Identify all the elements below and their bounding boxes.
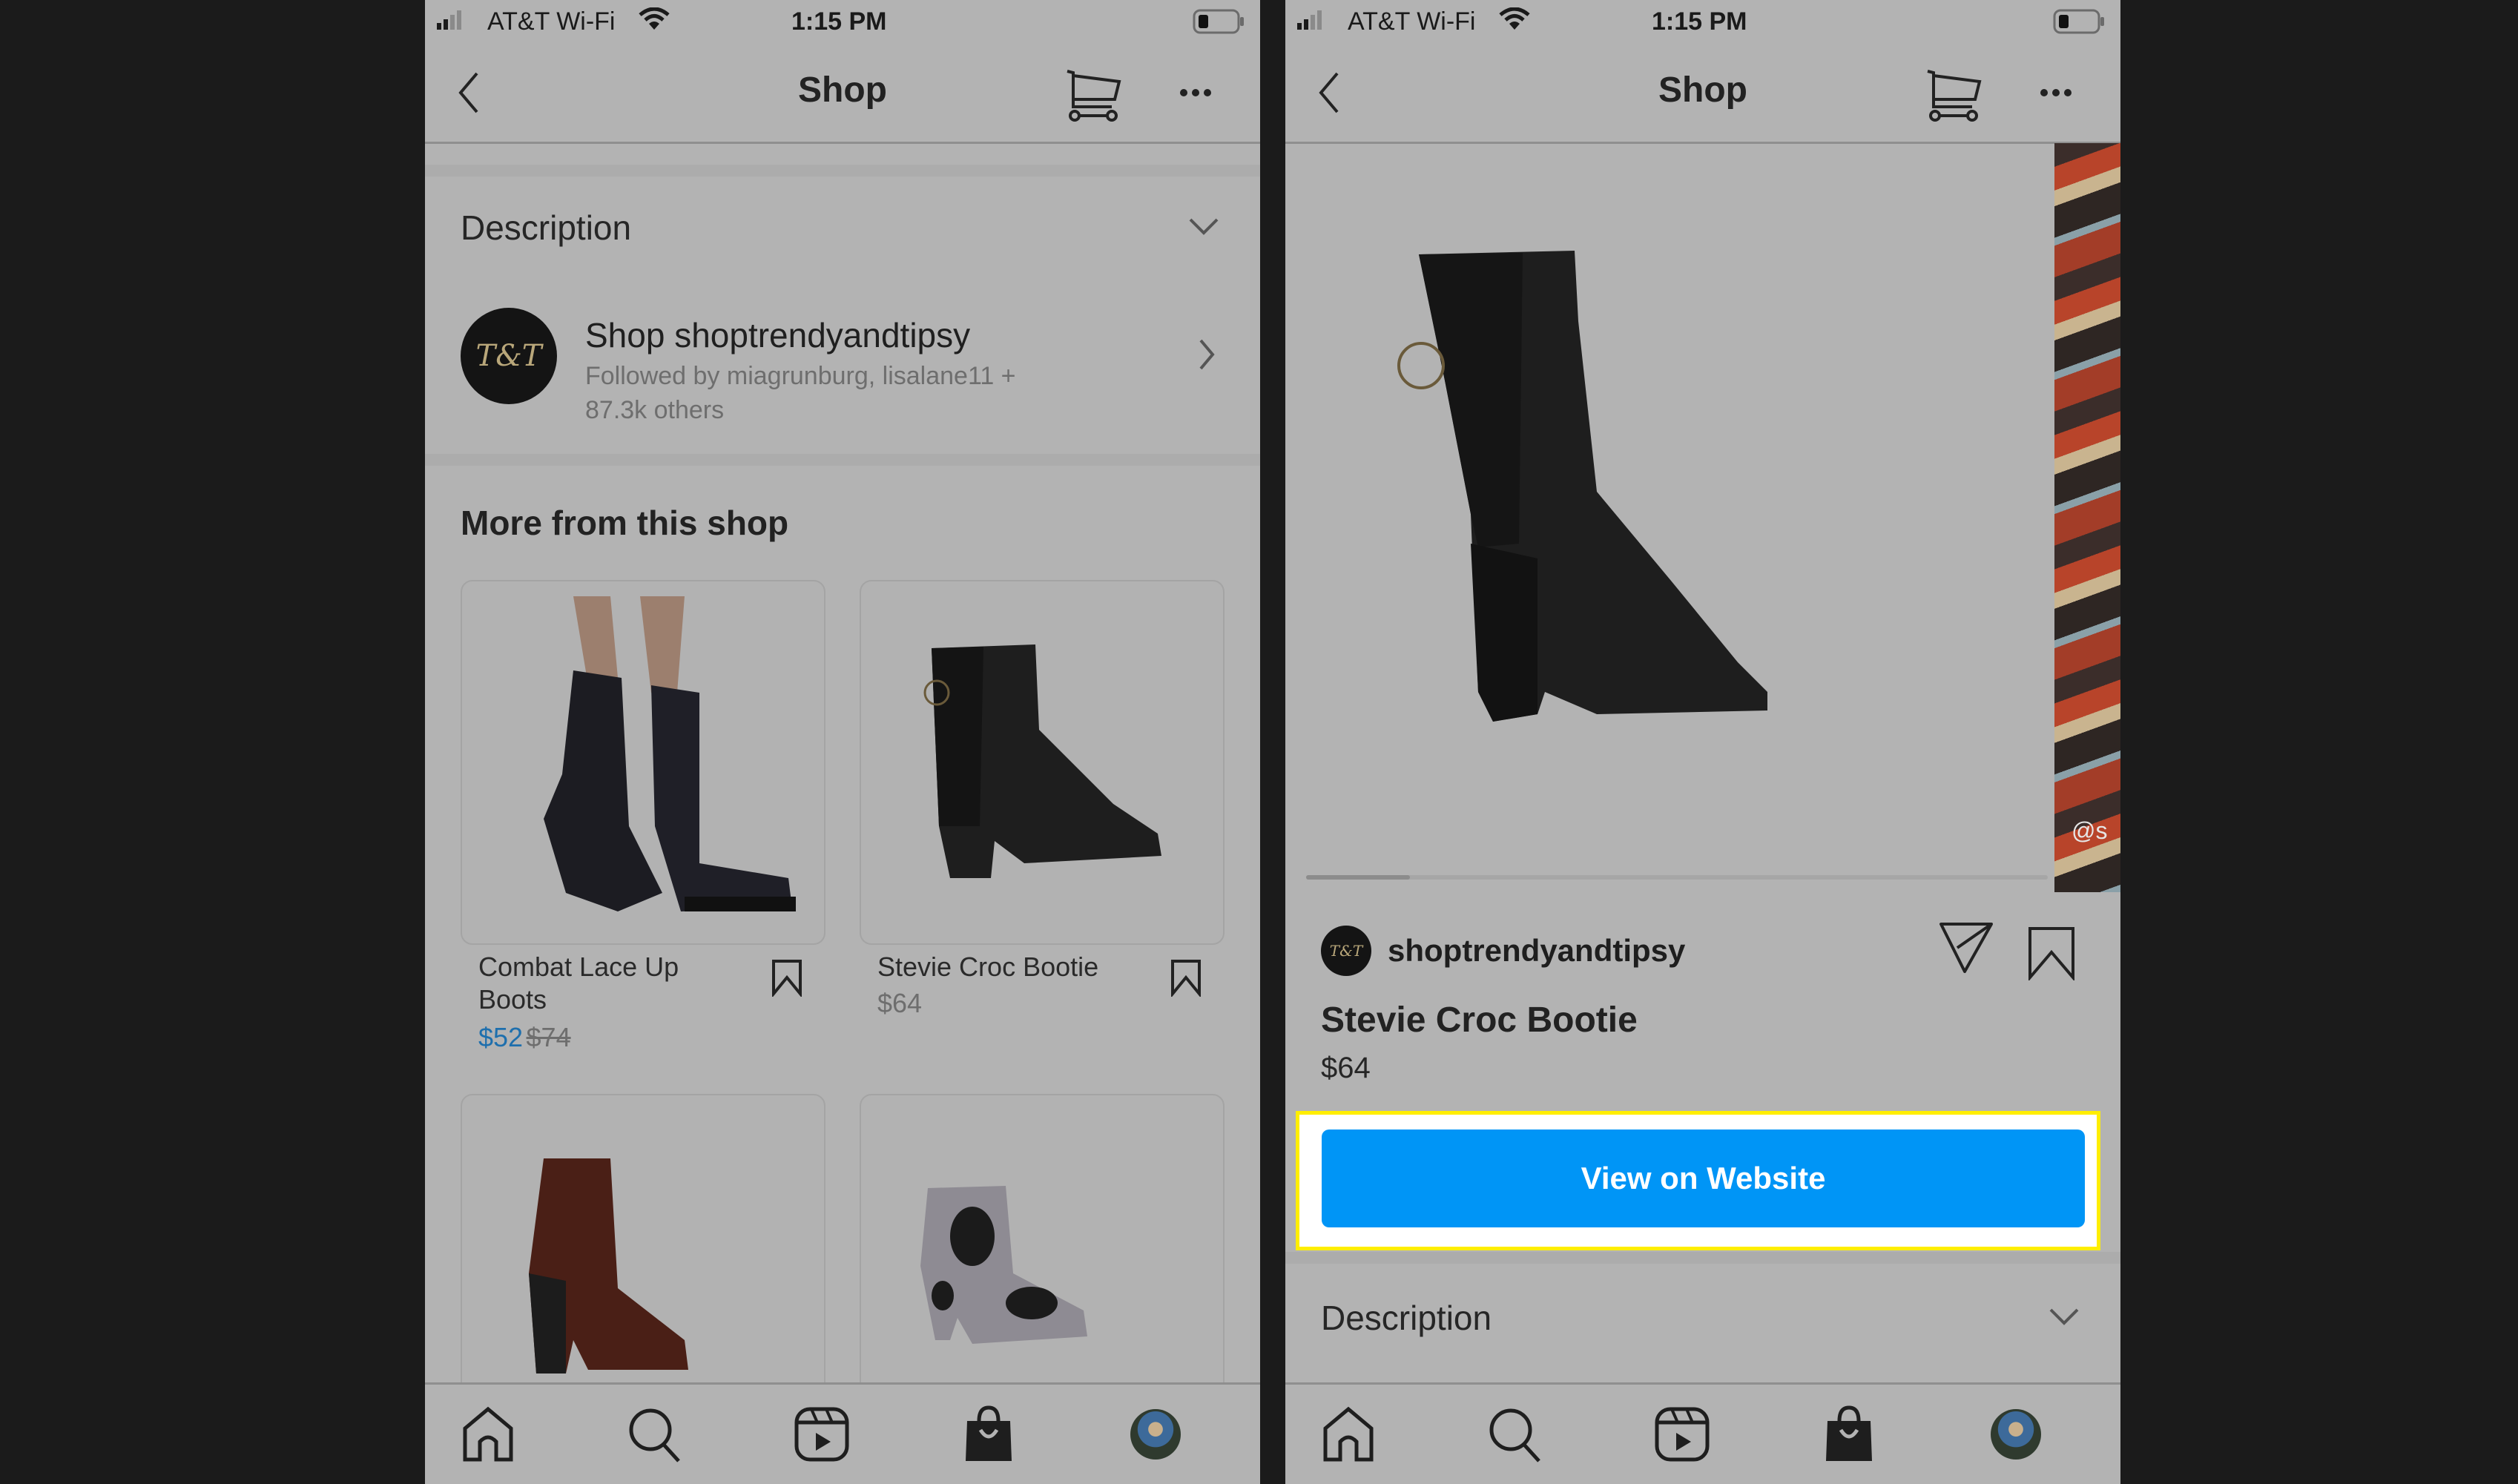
carrier-label: AT&T Wi-Fi — [487, 7, 616, 36]
left-phone-screen: AT&T Wi-Fi 1:15 PM Shop Description T&T … — [425, 0, 1260, 1484]
reels-icon — [794, 1407, 849, 1462]
main-product-image-croc-bootie — [1397, 251, 1767, 722]
sale-price: $52 — [478, 1022, 524, 1052]
more-options-button[interactable] — [1178, 82, 1213, 108]
battery-icon — [2053, 9, 2106, 39]
bookmark-icon — [2028, 927, 2074, 982]
followed-by-text: Followed by miagrunburg, lisalane11 + — [585, 362, 1016, 390]
description-row[interactable]: Description — [425, 185, 1260, 274]
shop-row[interactable]: T&T Shop shoptrendyandtipsy Followed by … — [425, 293, 1260, 441]
tab-reels[interactable] — [1649, 1401, 1716, 1468]
description-row[interactable]: Description — [1285, 1276, 2120, 1365]
seller-avatar[interactable]: T&T — [1321, 926, 1371, 976]
tab-reels[interactable] — [788, 1401, 855, 1468]
ellipsis-icon — [1180, 89, 1211, 96]
carousel-progress-fill — [1306, 875, 1410, 880]
more-options-button[interactable] — [2038, 82, 2074, 108]
shop-bag-icon — [966, 1405, 1012, 1461]
bottom-tab-bar — [1285, 1382, 2120, 1484]
cart-button[interactable] — [1063, 65, 1122, 128]
tab-shop[interactable] — [1816, 1401, 1882, 1468]
cart-icon — [1067, 70, 1121, 122]
product-price: $64 — [877, 988, 923, 1018]
product-name: Combat Lace Up — [478, 952, 679, 982]
battery-icon — [1193, 9, 1246, 39]
highlight-box: View on Website — [1296, 1111, 2100, 1250]
description-label: Description — [1321, 1299, 1492, 1337]
product-card-stevie-bootie[interactable] — [860, 580, 1225, 945]
chevron-down-icon — [2049, 1308, 2079, 1325]
save-button[interactable] — [1170, 958, 1202, 1000]
description-label: Description — [461, 208, 632, 247]
share-button[interactable] — [1938, 921, 1994, 978]
cart-icon — [1927, 70, 1982, 122]
tab-home[interactable] — [1315, 1401, 1382, 1468]
tab-shop[interactable] — [955, 1401, 1022, 1468]
ellipsis-icon — [2040, 89, 2072, 96]
image-watermark: @s — [2072, 817, 2108, 844]
home-icon — [463, 1406, 513, 1462]
profile-avatar — [1130, 1409, 1181, 1460]
product-card-combat-boots[interactable] — [461, 580, 825, 945]
seller-username[interactable]: shoptrendyandtipsy — [1388, 933, 1685, 969]
tab-profile[interactable] — [1983, 1401, 2049, 1468]
save-button[interactable] — [771, 958, 803, 1000]
product-name-line2: Boots — [478, 984, 547, 1015]
section-divider — [425, 165, 1260, 177]
chevron-right-icon — [1199, 339, 1215, 370]
followed-by-count: 87.3k others — [585, 396, 725, 424]
carousel-progress-track — [1306, 875, 2048, 880]
header-divider — [425, 142, 1260, 144]
section-divider — [1285, 1252, 2120, 1264]
tab-profile[interactable] — [1122, 1401, 1189, 1468]
more-from-shop-heading: More from this shop — [461, 504, 789, 542]
tab-home[interactable] — [455, 1401, 521, 1468]
right-phone-screen: AT&T Wi-Fi 1:15 PM Shop @s T&T shoptrend… — [1285, 0, 2120, 1484]
clock: 1:15 PM — [1652, 7, 1747, 36]
profile-avatar — [1991, 1409, 2041, 1460]
wifi-icon — [639, 7, 670, 35]
bottom-tab-bar — [425, 1382, 1260, 1484]
bookmark-icon — [772, 960, 802, 998]
view-on-website-button[interactable]: View on Website — [1322, 1130, 2085, 1227]
product-price: $64 — [1321, 1052, 1371, 1084]
clock: 1:15 PM — [791, 7, 887, 36]
product-name: Stevie Croc Bootie — [877, 952, 1099, 982]
search-icon — [629, 1408, 680, 1462]
signal-icon — [1297, 10, 1330, 33]
product-image-brown-croc-boot — [529, 1158, 688, 1373]
home-icon — [1323, 1406, 1374, 1462]
reels-icon — [1655, 1407, 1710, 1462]
shop-logo-avatar: T&T — [461, 308, 557, 404]
wifi-icon — [1499, 7, 1530, 35]
save-button[interactable] — [2027, 926, 2076, 984]
product-title: Stevie Croc Bootie — [1321, 1000, 1638, 1040]
product-image-carousel[interactable] — [1285, 143, 2054, 892]
tab-search[interactable] — [622, 1401, 688, 1468]
page-title: Shop — [798, 70, 887, 110]
carrier-label: AT&T Wi-Fi — [1348, 7, 1476, 36]
page-title: Shop — [1658, 70, 1747, 110]
product-price: $52 $74 — [478, 1022, 571, 1053]
cart-button[interactable] — [1923, 65, 1983, 128]
bookmark-icon — [1171, 960, 1201, 998]
chevron-down-icon — [1189, 218, 1219, 235]
signal-icon — [437, 10, 469, 33]
original-price: $74 — [526, 1022, 571, 1052]
next-carousel-image[interactable] — [2054, 143, 2120, 892]
send-paper-plane-icon — [1939, 923, 1993, 973]
product-image-lace-up-boots — [544, 596, 796, 911]
section-divider — [425, 454, 1260, 466]
tab-search[interactable] — [1482, 1401, 1549, 1468]
product-image-cow-print-boot — [920, 1186, 1087, 1344]
product-image-croc-bootie — [923, 644, 1161, 878]
shop-bag-icon — [1826, 1405, 1872, 1461]
shop-name: Shop shoptrendyandtipsy — [585, 316, 971, 354]
search-icon — [1489, 1408, 1540, 1462]
